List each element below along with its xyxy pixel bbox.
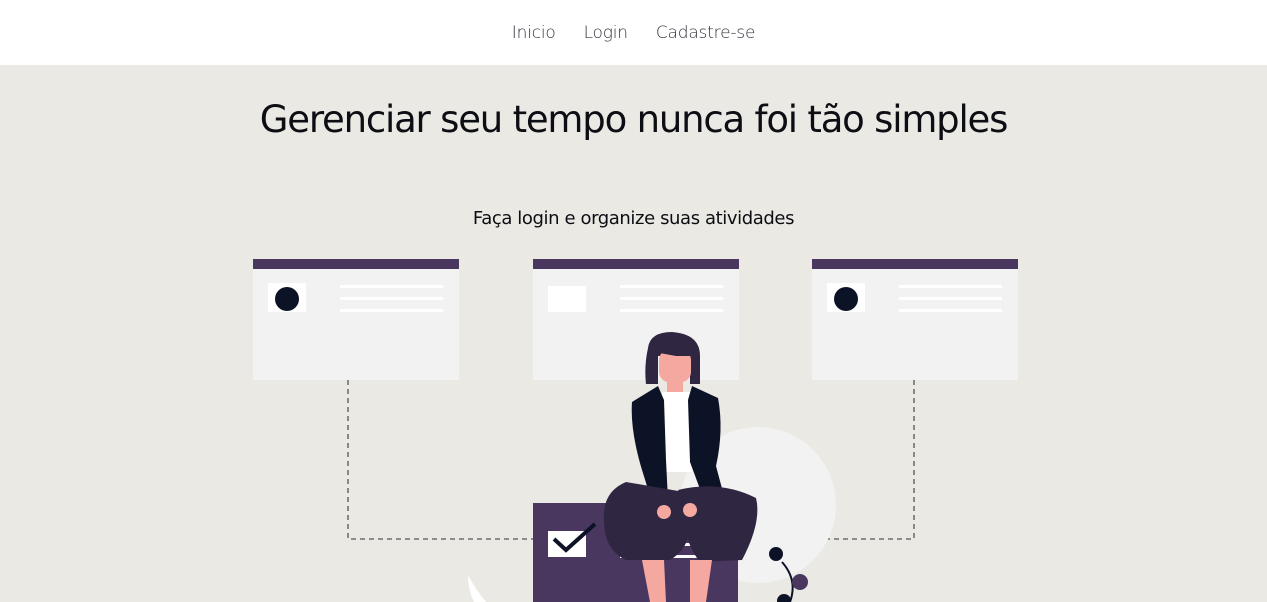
leaf-icon [468, 575, 486, 602]
schedule-illustration [253, 259, 1018, 602]
card-middle-icon [533, 259, 739, 380]
card-right-icon [812, 259, 1018, 380]
card-left-icon [253, 259, 459, 380]
